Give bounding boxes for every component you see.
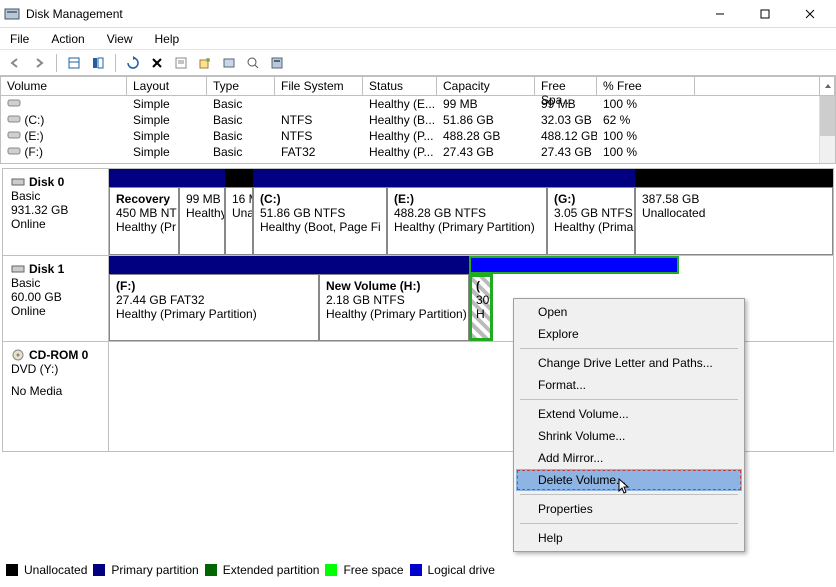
properties-icon[interactable] [170,52,192,74]
list-scrollbar[interactable] [819,96,835,163]
partition[interactable]: 387.58 GBUnallocated [635,187,833,255]
partition[interactable]: Recovery450 MB NTHealthy (Pr [109,187,179,255]
minimize-button[interactable] [697,0,742,28]
disk-0-info[interactable]: Disk 0 Basic 931.32 GB Online [3,169,109,255]
refresh-button[interactable] [122,52,144,74]
partition[interactable]: 99 MBHealthy [179,187,225,255]
app-icon [4,6,20,22]
menu-properties[interactable]: Properties [516,498,742,520]
tool-4[interactable] [218,52,240,74]
menu-bar: File Action View Help [0,28,836,50]
menu-format[interactable]: Format... [516,374,742,396]
volume-list: SimpleBasicHealthy (E...99 MB99 MB100 % … [0,96,836,164]
menu-help[interactable]: Help [516,527,742,549]
tool-2[interactable] [87,52,109,74]
scroll-up-button[interactable] [819,77,835,95]
partition-selected[interactable]: (30H [469,274,493,341]
menu-explore[interactable]: Explore [516,323,742,345]
tool-6[interactable] [266,52,288,74]
col-layout[interactable]: Layout [127,77,207,95]
partition[interactable]: 16 MUna [225,187,253,255]
col-volume[interactable]: Volume [1,77,127,95]
context-menu: Open Explore Change Drive Letter and Pat… [513,298,745,552]
col-free[interactable]: Free Spa... [535,77,597,95]
volume-row[interactable]: (C:)SimpleBasicNTFSHealthy (B...51.86 GB… [1,112,819,128]
menu-shrink[interactable]: Shrink Volume... [516,425,742,447]
menu-mirror[interactable]: Add Mirror... [516,447,742,469]
legend: Unallocated Primary partition Extended p… [6,563,495,577]
partition[interactable]: New Volume (H:)2.18 GB NTFSHealthy (Prim… [319,274,469,341]
tool-5[interactable] [242,52,264,74]
menu-help[interactable]: Help [151,30,184,48]
menu-open[interactable]: Open [516,301,742,323]
partition[interactable]: (E:)488.28 GB NTFSHealthy (Primary Parti… [387,187,547,255]
window-title: Disk Management [26,7,697,21]
delete-icon[interactable] [146,52,168,74]
volume-row[interactable]: SimpleBasicHealthy (E...99 MB99 MB100 % [1,96,819,112]
col-status[interactable]: Status [363,77,437,95]
close-button[interactable] [787,0,832,28]
col-pct[interactable]: % Free [597,77,695,95]
maximize-button[interactable] [742,0,787,28]
volume-row[interactable]: (E:)SimpleBasicNTFSHealthy (P...488.28 G… [1,128,819,144]
menu-view[interactable]: View [103,30,137,48]
menu-change-letter[interactable]: Change Drive Letter and Paths... [516,352,742,374]
disk-1-info[interactable]: Disk 1 Basic 60.00 GB Online [3,256,109,341]
menu-file[interactable]: File [6,30,33,48]
disk-0-row: Disk 0 Basic 931.32 GB Online Recovery45… [3,169,833,255]
col-filesystem[interactable]: File System [275,77,363,95]
menu-action[interactable]: Action [47,30,88,48]
col-capacity[interactable]: Capacity [437,77,535,95]
title-bar: Disk Management [0,0,836,28]
cdrom-info[interactable]: CD-ROM 0 DVD (Y:) No Media [3,342,109,451]
menu-extend[interactable]: Extend Volume... [516,403,742,425]
forward-button[interactable] [28,52,50,74]
menu-delete-volume[interactable]: Delete Volume... [516,469,742,491]
partition[interactable]: (C:)51.86 GB NTFSHealthy (Boot, Page Fi [253,187,387,255]
toolbar [0,50,836,76]
back-button[interactable] [4,52,26,74]
tool-3[interactable] [194,52,216,74]
volume-row[interactable]: (F:)SimpleBasicFAT32Healthy (P...27.43 G… [1,144,819,160]
col-type[interactable]: Type [207,77,275,95]
partition[interactable]: (G:)3.05 GB NTFSHealthy (Primar [547,187,635,255]
tool-1[interactable] [63,52,85,74]
partition[interactable]: (F:)27.44 GB FAT32Healthy (Primary Parti… [109,274,319,341]
volume-list-header: Volume Layout Type File System Status Ca… [0,76,836,96]
